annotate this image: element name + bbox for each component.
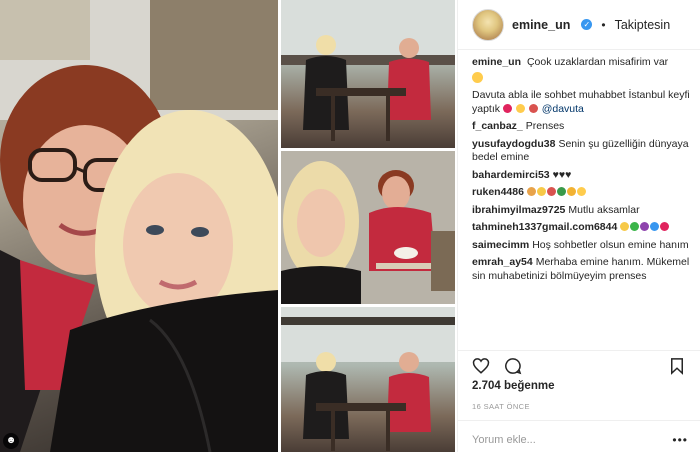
emoji-icon <box>536 187 546 196</box>
like-count[interactable]: 2.704 beğenme <box>472 380 554 392</box>
comment-row: ibrahimyilmaz9725 Mutlu aksamlar <box>472 204 690 218</box>
emoji-icon <box>576 187 586 196</box>
comment-text: ♥♥♥ <box>552 168 572 181</box>
caption: emine_un Çook uzaklardan misafirim var D… <box>472 56 690 116</box>
cafe-photo-2 <box>281 151 455 304</box>
header-separator: • <box>601 17 606 32</box>
caption-text-line1: Çook uzaklardan misafirim var <box>526 56 669 68</box>
comments-list[interactable]: emine_un Çook uzaklardan misafirim var D… <box>458 56 700 348</box>
comment-username[interactable]: ruken4486 <box>472 186 524 198</box>
post-actions-bar <box>458 350 700 378</box>
comment-username[interactable]: saimecimm <box>472 239 529 251</box>
comment-username[interactable]: f_canbaz_ <box>472 120 523 132</box>
rose-emoji-icon <box>528 103 538 113</box>
emoji-icon <box>620 222 630 231</box>
comment-username[interactable]: ibrahimyilmaz9725 <box>472 204 565 216</box>
comment-input[interactable] <box>472 434 652 446</box>
emoji-icon <box>630 222 640 231</box>
more-options-icon[interactable]: ••• <box>672 433 688 447</box>
cafe-photo-1 <box>281 0 455 148</box>
avatar[interactable] <box>472 8 504 41</box>
comment-text: Hoş sohbetler olsun emine hanım <box>532 238 689 251</box>
verified-badge-icon: ✓ <box>581 19 593 30</box>
post-details-panel: emine_un ✓ • Takiptesin emine_un Çook uz… <box>457 0 700 452</box>
comment-row: bahardemirci53 ♥♥♥ <box>472 169 690 183</box>
emoji-icon <box>546 187 556 196</box>
comment-row: tahmineh1337gmail.com6844 <box>472 221 690 235</box>
comment-row: f_canbaz_ Prenses <box>472 120 690 134</box>
comment-username[interactable]: tahmineh1337gmail.com6844 <box>472 221 617 233</box>
comment-row: yusufaydogdu38 Senin şu güzelliğin dünyay… <box>472 138 690 165</box>
add-comment-bar: ••• <box>458 420 700 452</box>
comment-row: saimecimm Hoş sohbetler olsun emine hanım <box>472 239 690 253</box>
emoji-icon <box>566 187 576 196</box>
comment-text: Mutlu aksamlar <box>568 203 640 216</box>
bookmark-icon[interactable] <box>668 357 686 375</box>
comment-username[interactable]: emrah_ay54 <box>472 256 533 268</box>
comment-text: Prenses <box>525 120 565 132</box>
follow-status-button[interactable]: Takiptesin <box>615 18 671 32</box>
comment-username[interactable]: bahardemirci53 <box>472 169 550 181</box>
caption-mention[interactable]: @davuta <box>542 103 584 115</box>
post-header: emine_un ✓ • Takiptesin <box>458 0 700 50</box>
comment-username[interactable]: yusufaydogdu38 <box>472 138 555 150</box>
heart-icon[interactable] <box>472 357 490 375</box>
post-timestamp: 16 SAAT ÖNCE <box>472 402 530 411</box>
author-username[interactable]: emine_un <box>512 18 570 32</box>
post-photo-collage[interactable]: ☻ <box>0 0 455 452</box>
heart-emoji-icon <box>502 103 512 113</box>
selfie-photo: ☻ <box>0 0 278 452</box>
comment-row: ruken4486 <box>472 186 690 200</box>
emoji-icon <box>660 222 670 231</box>
cafe-photo-3 <box>281 307 455 452</box>
smiley-emoji-icon <box>515 103 525 113</box>
smiley-emoji-icon <box>472 71 483 83</box>
emoji-icon <box>526 187 536 196</box>
comment-row: emrah_ay54 Merhaba emine hanım. Mükemel s… <box>472 256 690 283</box>
caption-username[interactable]: emine_un <box>472 56 521 68</box>
emoji-icon <box>556 187 566 196</box>
comment-bubble-icon[interactable] <box>504 357 522 375</box>
tagged-users-icon[interactable]: ☻ <box>3 433 19 449</box>
emoji-icon <box>640 222 650 231</box>
emoji-icon <box>650 222 660 231</box>
